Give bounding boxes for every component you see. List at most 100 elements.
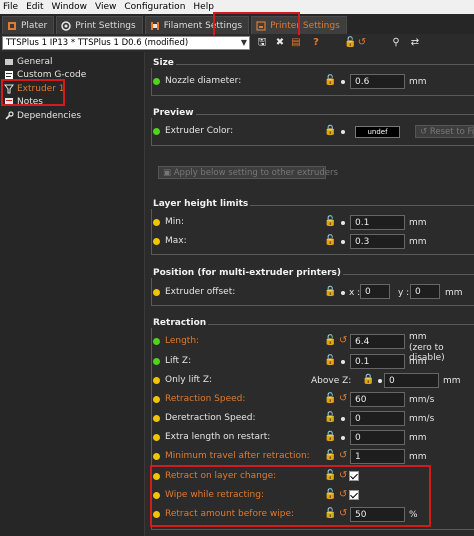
- advanced-mode-dot: [153, 414, 160, 422]
- retract-before-wipe-field[interactable]: 50: [350, 507, 405, 522]
- lock-closed-icon[interactable]: 🔒: [324, 431, 336, 442]
- lock-open-icon[interactable]: 🔓: [324, 75, 336, 86]
- bullet-icon: [341, 240, 345, 244]
- wipe-while-retracting-checkbox[interactable]: [349, 490, 359, 500]
- reset-to-filament-color-button[interactable]: ↺ Reset to Filament Color: [415, 125, 474, 138]
- retraction-speed-field[interactable]: 60: [350, 392, 405, 407]
- row-retract-length: Length:: [153, 334, 199, 348]
- advanced-mode-dot: [153, 237, 160, 245]
- extruder-offset-label: Extruder offset:: [165, 287, 236, 297]
- sidebar-item-dependencies[interactable]: Dependencies: [4, 109, 81, 122]
- menu-configuration[interactable]: Configuration: [124, 2, 185, 12]
- advanced-mode-dot: [153, 376, 160, 384]
- printer-preset-select[interactable]: TTSPlus 1 IP13 * TTSPlus 1 D0.6 (modifie…: [2, 36, 250, 50]
- undo-arrow-icon[interactable]: ↺: [339, 335, 347, 346]
- lock-open-icon[interactable]: 🔓: [324, 355, 336, 366]
- tab-plater[interactable]: Plater: [2, 16, 55, 34]
- retract-length-field[interactable]: 6.4: [350, 334, 405, 349]
- lock-closed-icon[interactable]: 🔒: [324, 286, 336, 297]
- lock-open-icon[interactable]: 🔓: [324, 216, 336, 227]
- funnel-icon: [4, 84, 14, 94]
- deretraction-speed-field[interactable]: 0: [350, 411, 405, 426]
- group-position-title: Position (for multi-extruder printers): [151, 268, 343, 278]
- sidebar-item-label: Notes: [17, 96, 43, 107]
- advanced-mode-dot: [153, 472, 160, 480]
- menu-view[interactable]: View: [95, 2, 116, 12]
- simple-mode-dot: [153, 77, 160, 85]
- retraction-speed-unit: mm/s: [409, 395, 435, 405]
- offset-y-field[interactable]: 0: [410, 284, 440, 299]
- menu-help[interactable]: Help: [193, 2, 214, 12]
- compare-icon[interactable]: ⇄: [409, 37, 421, 49]
- tab-print-settings[interactable]: Print Settings: [56, 16, 143, 34]
- spool-icon: [150, 21, 160, 31]
- lock-open-icon[interactable]: 🔓: [324, 235, 336, 246]
- nozzle-diameter-field[interactable]: 0.6: [350, 74, 405, 89]
- apply-to-other-extruders-button[interactable]: ▣ Apply below setting to other extruders: [158, 166, 338, 179]
- menu-window[interactable]: Window: [52, 2, 88, 12]
- max-label: Max:: [165, 236, 187, 246]
- min-layer-height-field[interactable]: 0.1: [350, 215, 405, 230]
- advanced-mode-dot: [153, 491, 160, 499]
- lock-icon[interactable]: 🔓: [344, 37, 356, 49]
- row-retraction-speed: Retraction Speed:: [153, 392, 245, 406]
- notes-icon: [4, 97, 14, 107]
- min-label: Min:: [165, 217, 185, 227]
- lock-open-icon[interactable]: 🔓: [324, 450, 336, 461]
- min-layer-height-unit: mm: [409, 218, 427, 228]
- plater-icon: [7, 21, 17, 31]
- extra-length-label: Extra length on restart:: [165, 432, 271, 442]
- add-preset-icon[interactable]: ▤: [290, 37, 302, 49]
- gear-icon: [61, 20, 71, 31]
- undo-arrow-icon[interactable]: ↺: [339, 470, 347, 481]
- search-icon[interactable]: ⚲: [390, 37, 402, 49]
- retract-layer-change-checkbox[interactable]: [349, 471, 359, 481]
- deretraction-speed-unit: mm/s: [409, 414, 435, 424]
- sidebar-item-extruder-1[interactable]: Extruder 1: [4, 82, 64, 95]
- extruder-color-label: Extruder Color:: [165, 126, 234, 136]
- group-retraction-title: Retraction: [151, 318, 209, 328]
- tab-plater-label: Plater: [21, 20, 48, 31]
- minimum-travel-field[interactable]: 1: [350, 449, 405, 464]
- lock-open-icon[interactable]: 🔓: [324, 470, 336, 481]
- menu-file[interactable]: File: [3, 2, 18, 12]
- extra-length-unit: mm: [409, 433, 427, 443]
- sidebar-item-custom-gcode[interactable]: Custom G-code: [4, 68, 86, 81]
- help-icon[interactable]: ?: [310, 37, 322, 49]
- bullet-icon: [341, 360, 345, 364]
- tab-printer-settings[interactable]: Printer Settings: [251, 16, 347, 34]
- lift-z-unit: mm: [409, 357, 427, 367]
- sidebar-item-label: General: [17, 56, 53, 67]
- save-preset-icon[interactable]: 🖫: [256, 37, 268, 49]
- above-z-field[interactable]: 0: [384, 373, 439, 388]
- sidebar-item-general[interactable]: General: [4, 55, 52, 68]
- group-layer-height: [151, 205, 474, 255]
- sidebar-item-notes[interactable]: Notes: [4, 95, 43, 108]
- lock-open-icon[interactable]: 🔓: [324, 508, 336, 519]
- undo-arrow-icon[interactable]: ↺: [339, 489, 347, 500]
- lift-z-field[interactable]: 0.1: [350, 354, 405, 369]
- undo-arrow-icon[interactable]: ↺: [339, 508, 347, 519]
- row-only-lift-z: Only lift Z:: [153, 373, 212, 387]
- extra-length-field[interactable]: 0: [350, 430, 405, 445]
- lock-closed-icon[interactable]: 🔒: [324, 125, 336, 136]
- sidebar-item-label: Extruder 1: [17, 83, 65, 94]
- lock-closed-icon[interactable]: 🔒: [362, 374, 374, 385]
- delete-preset-icon[interactable]: ✖: [274, 37, 286, 49]
- row-wipe-while-retracting: Wipe while retracting:: [153, 488, 264, 502]
- lock-open-icon[interactable]: 🔓: [324, 335, 336, 346]
- extruder-color-swatch[interactable]: undef: [355, 126, 400, 138]
- max-layer-height-field[interactable]: 0.3: [350, 234, 405, 249]
- offset-x-field[interactable]: 0: [360, 284, 390, 299]
- lock-open-icon[interactable]: 🔓: [324, 393, 336, 404]
- tab-filament-settings[interactable]: Filament Settings: [144, 16, 250, 34]
- group-layer-height-title: Layer height limits: [151, 199, 251, 209]
- undo-arrow-icon[interactable]: ↺: [339, 450, 347, 461]
- lock-open-icon[interactable]: 🔓: [324, 412, 336, 423]
- undo-icon[interactable]: ↺: [356, 37, 368, 49]
- lock-open-icon[interactable]: 🔓: [324, 489, 336, 500]
- advanced-mode-dot: [153, 395, 160, 403]
- undo-arrow-icon[interactable]: ↺: [339, 393, 347, 404]
- menu-edit[interactable]: Edit: [26, 2, 43, 12]
- menubar: File Edit Window View Configuration Help: [0, 0, 474, 14]
